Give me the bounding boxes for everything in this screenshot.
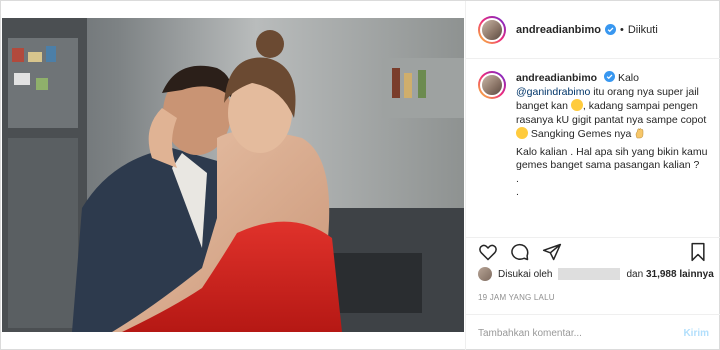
post-action-bar (466, 237, 720, 263)
caption-dots-1: . (516, 172, 519, 185)
post-header: andreadianbimo • Diikuti (466, 1, 720, 59)
author-avatar[interactable] (478, 15, 506, 44)
likes-prefix: Disukai oleh (498, 268, 553, 280)
confounded-face-emoji-icon (570, 99, 583, 111)
post-photo[interactable] (2, 18, 464, 332)
blurred-liker-name (558, 268, 621, 280)
comment-box: Tambahkan komentar... Kirim (466, 314, 720, 350)
header-separator: • (619, 23, 624, 36)
likes-summary[interactable]: Disukai oleh dan 31,988 lainnya (478, 267, 714, 281)
comment-input[interactable]: Tambahkan komentar... (478, 328, 683, 339)
bookmark-icon[interactable] (688, 242, 708, 262)
caption-line1: Kalo (617, 72, 639, 84)
likes-suffix[interactable]: lainnya (679, 269, 713, 280)
couple-photo-image (2, 18, 464, 332)
author-username[interactable]: andreadianbimo (516, 24, 601, 36)
share-icon[interactable] (542, 242, 562, 262)
caption-line4: Sangking Gemes nya (528, 128, 632, 140)
post-caption: andreadianbimo Kalo @ganindrabimo itu or… (478, 71, 714, 200)
caption-avatar[interactable] (478, 71, 506, 99)
ok-hand-emoji-icon (635, 128, 644, 139)
caption-mention-link[interactable]: @ganindrabimo (516, 86, 590, 98)
post-sidebar: andreadianbimo • Diikuti andreadianbimo … (465, 1, 720, 350)
liker-avatar (478, 267, 492, 281)
caption-verified-badge-icon (604, 71, 616, 82)
post-timestamp[interactable]: 19 JAM YANG LALU (478, 293, 555, 302)
heart-icon[interactable] (478, 242, 498, 262)
caption-dots-2: . (516, 186, 519, 198)
likes-count[interactable]: 31,988 (646, 269, 677, 280)
comment-icon[interactable] (510, 242, 530, 262)
likes-middle: dan (626, 268, 644, 280)
instagram-post-frame: andreadianbimo • Diikuti andreadianbimo … (0, 0, 720, 350)
caption-paragraph-2: Kalo kalian . Hal apa sih yang bikin kam… (516, 145, 708, 172)
verified-badge-icon (604, 24, 616, 35)
tongue-out-face-emoji-icon (516, 127, 528, 139)
send-comment-button[interactable]: Kirim (683, 328, 709, 339)
caption-username[interactable]: andreadianbimo (516, 72, 597, 84)
follow-status-button[interactable]: Diikuti (628, 24, 658, 36)
caption-text: andreadianbimo Kalo @ganindrabimo itu or… (516, 71, 712, 200)
